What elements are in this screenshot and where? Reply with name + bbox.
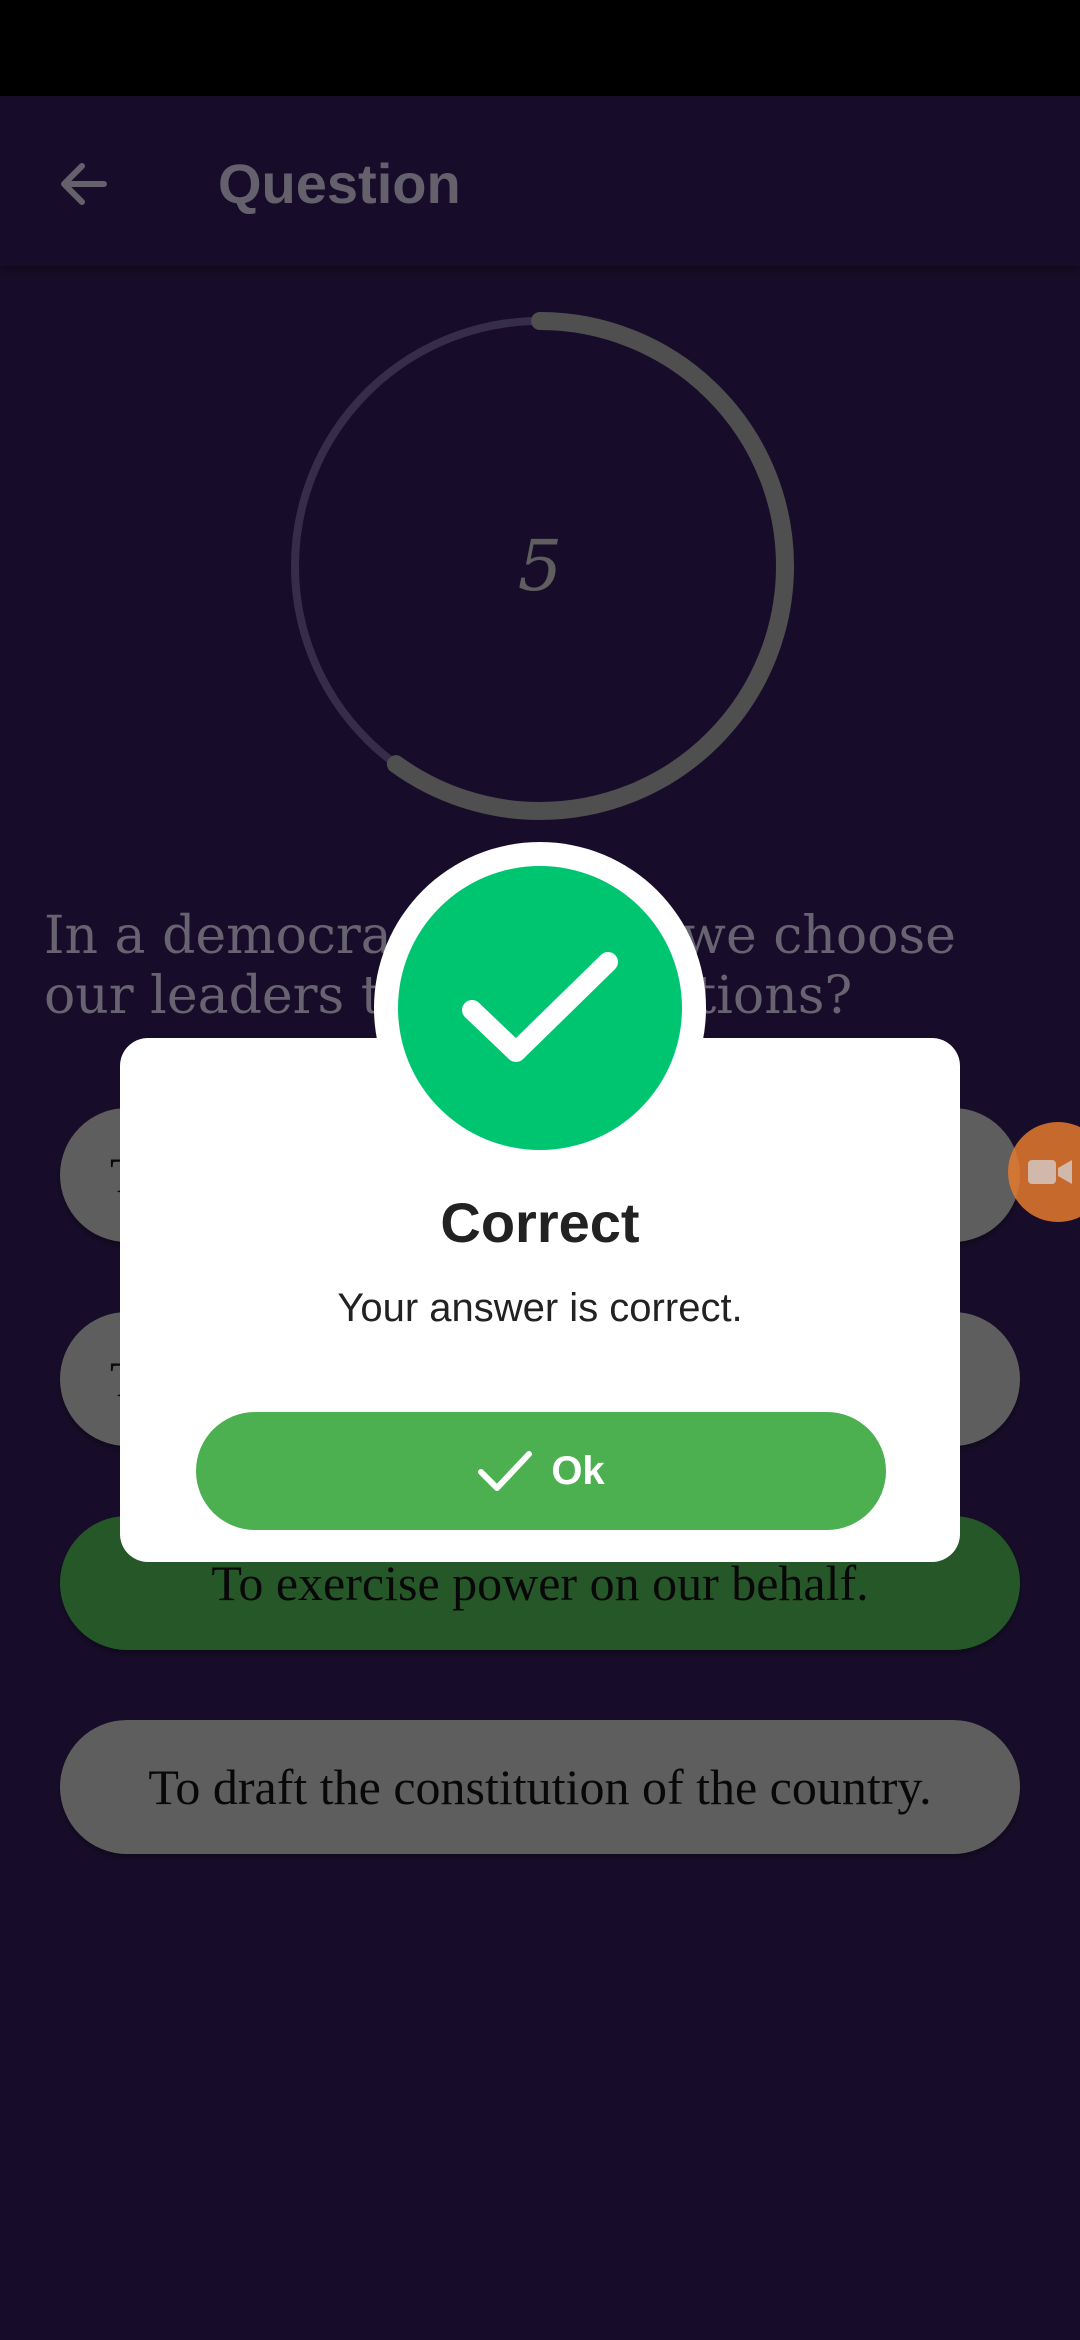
ok-button[interactable]: Ok — [196, 1412, 886, 1530]
ok-button-label: Ok — [551, 1448, 605, 1493]
check-icon — [462, 952, 618, 1062]
success-badge — [398, 866, 682, 1150]
video-camera-icon — [1028, 1160, 1072, 1184]
status-bar — [0, 0, 1080, 96]
check-icon — [478, 1451, 533, 1491]
dialog-message: Your answer is correct. — [337, 1286, 743, 1330]
dialog-title: Correct — [440, 1191, 640, 1254]
